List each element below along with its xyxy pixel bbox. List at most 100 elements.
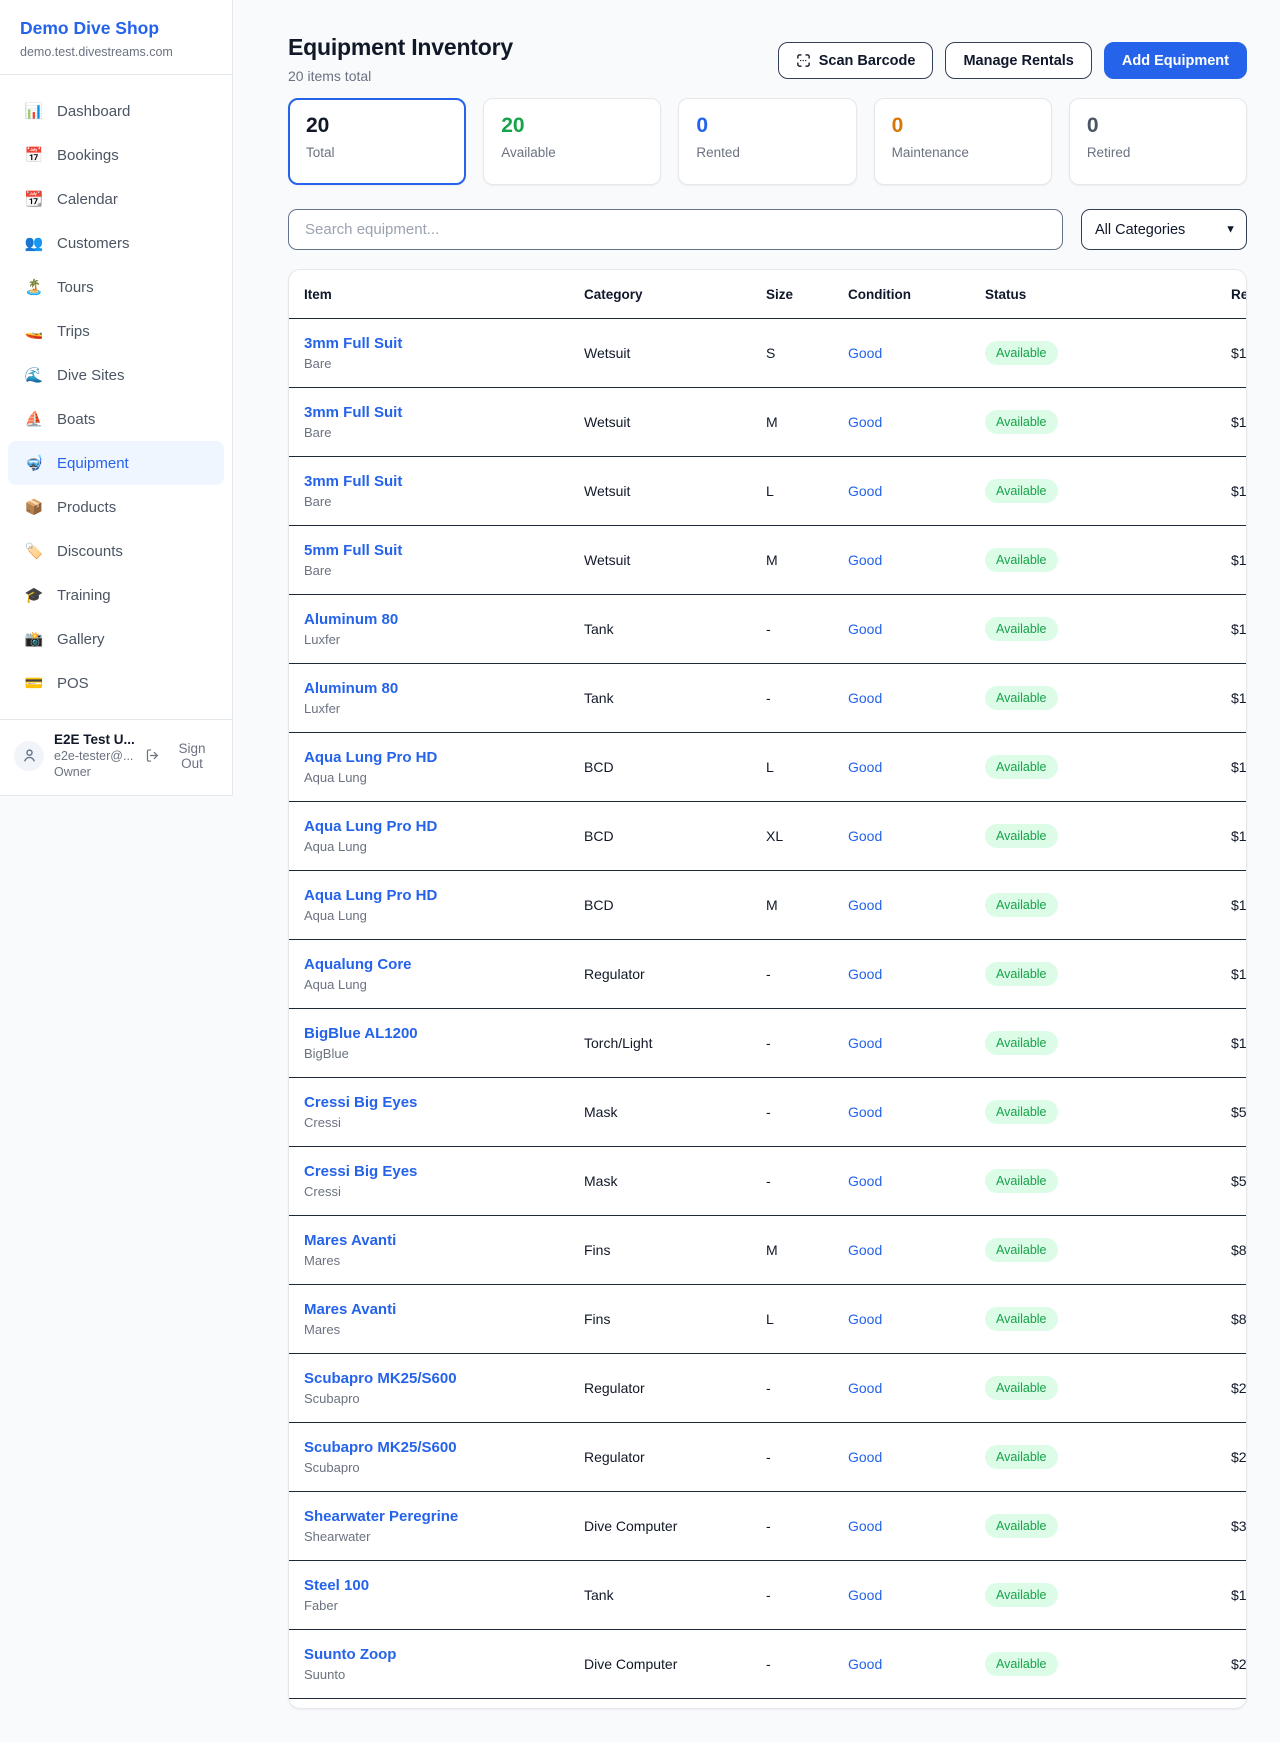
item-brand: Bare <box>304 563 584 578</box>
item-name-link[interactable]: Suunto Zoop <box>304 1646 584 1663</box>
table-row: Shearwater Peregrine Shearwater Dive Com… <box>289 1492 1246 1561</box>
item-name-link[interactable]: Aqualung Core <box>304 956 584 973</box>
stat-card-available[interactable]: 20 Available <box>483 98 661 185</box>
column-header-condition: Condition <box>848 287 985 302</box>
sidebar-item-pos[interactable]: 💳 POS <box>8 661 224 705</box>
sidebar-item-gallery[interactable]: 📸 Gallery <box>8 617 224 661</box>
item-condition-link[interactable]: Good <box>848 1173 985 1189</box>
item-condition-link[interactable]: Good <box>848 1449 985 1465</box>
item-category: Regulator <box>584 1449 766 1465</box>
stat-card-retired[interactable]: 0 Retired <box>1069 98 1247 185</box>
sidebar-item-dive-sites[interactable]: 🌊 Dive Sites <box>8 353 224 397</box>
item-name-link[interactable]: 3mm Full Suit <box>304 404 584 421</box>
category-select[interactable]: All Categories <box>1081 209 1247 250</box>
stat-label: Total <box>306 145 448 160</box>
item-condition-link[interactable]: Good <box>848 1104 985 1120</box>
sidebar-item-trips[interactable]: 🚤 Trips <box>8 309 224 353</box>
item-condition-link[interactable]: Good <box>848 966 985 982</box>
item-name-link[interactable]: Aqua Lung Pro HD <box>304 749 584 766</box>
item-name-link[interactable]: Aluminum 80 <box>304 680 584 697</box>
sidebar-item-equipment[interactable]: 🤿 Equipment <box>8 441 224 485</box>
item-condition-link[interactable]: Good <box>848 414 985 430</box>
diving-mask-icon: 🤿 <box>22 454 46 472</box>
item-brand: Luxfer <box>304 701 584 716</box>
item-name-link[interactable]: 3mm Full Suit <box>304 473 584 490</box>
item-name-link[interactable]: Aqua Lung Pro HD <box>304 887 584 904</box>
scan-barcode-button[interactable]: Scan Barcode <box>778 42 934 79</box>
sidebar-item-training[interactable]: 🎓 Training <box>8 573 224 617</box>
sidebar-item-label: Gallery <box>57 631 105 648</box>
sidebar-item-customers[interactable]: 👥 Customers <box>8 221 224 265</box>
sidebar-item-boats[interactable]: ⛵ Boats <box>8 397 224 441</box>
item-name-link[interactable]: Cressi Big Eyes <box>304 1163 584 1180</box>
column-header-rental: Rental <box>1231 287 1247 302</box>
item-condition-link[interactable]: Good <box>848 690 985 706</box>
item-condition-link[interactable]: Good <box>848 759 985 775</box>
barcode-scan-icon <box>796 53 811 68</box>
item-size: M <box>766 414 848 430</box>
sidebar-item-discounts[interactable]: 🏷️ Discounts <box>8 529 224 573</box>
item-condition-link[interactable]: Good <box>848 1656 985 1672</box>
credit-card-icon: 💳 <box>22 674 46 692</box>
item-name-link[interactable]: Mares Avanti <box>304 1232 584 1249</box>
item-name-link[interactable]: Scubapro MK25/S600 <box>304 1439 584 1456</box>
item-condition-link[interactable]: Good <box>848 1242 985 1258</box>
sidebar-item-label: Dive Sites <box>57 367 125 384</box>
item-condition-link[interactable]: Good <box>848 897 985 913</box>
sidebar-item-bookings[interactable]: 📅 Bookings <box>8 133 224 177</box>
sidebar-item-label: POS <box>57 675 89 692</box>
item-name-link[interactable]: Aqua Lung Pro HD <box>304 818 584 835</box>
item-name-link[interactable]: Aluminum 80 <box>304 611 584 628</box>
people-icon: 👥 <box>22 234 46 252</box>
item-condition-link[interactable]: Good <box>848 1518 985 1534</box>
item-condition-link[interactable]: Good <box>848 1311 985 1327</box>
item-name-link[interactable]: Steel 100 <box>304 1577 584 1594</box>
stat-card-rented[interactable]: 0 Rented <box>678 98 856 185</box>
add-equipment-button[interactable]: Add Equipment <box>1104 42 1247 79</box>
column-header-size: Size <box>766 287 848 302</box>
item-condition-link[interactable]: Good <box>848 1587 985 1603</box>
item-name-link[interactable]: Shearwater Peregrine <box>304 1508 584 1525</box>
user-role: Owner <box>54 765 145 779</box>
stat-value: 20 <box>501 114 643 138</box>
item-condition-link[interactable]: Good <box>848 828 985 844</box>
item-name-link[interactable]: Scubapro MK25/S600 <box>304 1370 584 1387</box>
item-condition-link[interactable]: Good <box>848 552 985 568</box>
sign-out-button[interactable]: Sign Out <box>145 741 218 771</box>
item-rental-rate: $12.00/day <box>1231 1587 1247 1603</box>
table-row: Cressi Big Eyes Cressi Mask - Good Avail… <box>289 1078 1246 1147</box>
column-header-item: Item <box>304 287 584 302</box>
status-badge: Available <box>985 1376 1058 1400</box>
stat-label: Maintenance <box>892 145 1034 160</box>
stat-card-total[interactable]: 20 Total <box>288 98 466 185</box>
item-name-link[interactable]: 3mm Full Suit <box>304 335 584 352</box>
user-name: E2E Test U... <box>54 732 145 747</box>
item-condition-link[interactable]: Good <box>848 345 985 361</box>
table-row: 3mm Full Suit Bare Wetsuit L Good Availa… <box>289 457 1246 526</box>
table-row: Aqua Lung Pro HD Aqua Lung BCD XL Good A… <box>289 802 1246 871</box>
item-condition-link[interactable]: Good <box>848 621 985 637</box>
item-rental-rate: $5.00/day <box>1231 1173 1247 1189</box>
table-row: Aluminum 80 Luxfer Tank - Good Available… <box>289 595 1246 664</box>
item-name-link[interactable]: Mares Avanti <box>304 1301 584 1318</box>
item-condition-link[interactable]: Good <box>848 1035 985 1051</box>
item-name-link[interactable]: 5mm Full Suit <box>304 542 584 559</box>
manage-rentals-button[interactable]: Manage Rentals <box>945 42 1091 79</box>
item-condition-link[interactable]: Good <box>848 483 985 499</box>
header-actions: Scan Barcode Manage Rentals Add Equipmen… <box>778 42 1247 79</box>
manage-rentals-label: Manage Rentals <box>963 53 1073 69</box>
item-category: Fins <box>584 1242 766 1258</box>
status-badge: Available <box>985 1238 1058 1262</box>
item-condition-link[interactable]: Good <box>848 1380 985 1396</box>
brand-name: Demo Dive Shop <box>20 18 212 39</box>
sidebar-item-dashboard[interactable]: 📊 Dashboard <box>8 89 224 133</box>
sidebar-item-products[interactable]: 📦 Products <box>8 485 224 529</box>
stat-label: Retired <box>1087 145 1229 160</box>
stat-card-maintenance[interactable]: 0 Maintenance <box>874 98 1052 185</box>
item-name-link[interactable]: BigBlue AL1200 <box>304 1025 584 1042</box>
main-content: Equipment Inventory 20 items total Scan … <box>233 0 1280 1709</box>
sidebar-item-tours[interactable]: 🏝️ Tours <box>8 265 224 309</box>
search-input[interactable] <box>288 209 1063 250</box>
item-name-link[interactable]: Cressi Big Eyes <box>304 1094 584 1111</box>
sidebar-item-calendar[interactable]: 📆 Calendar <box>8 177 224 221</box>
